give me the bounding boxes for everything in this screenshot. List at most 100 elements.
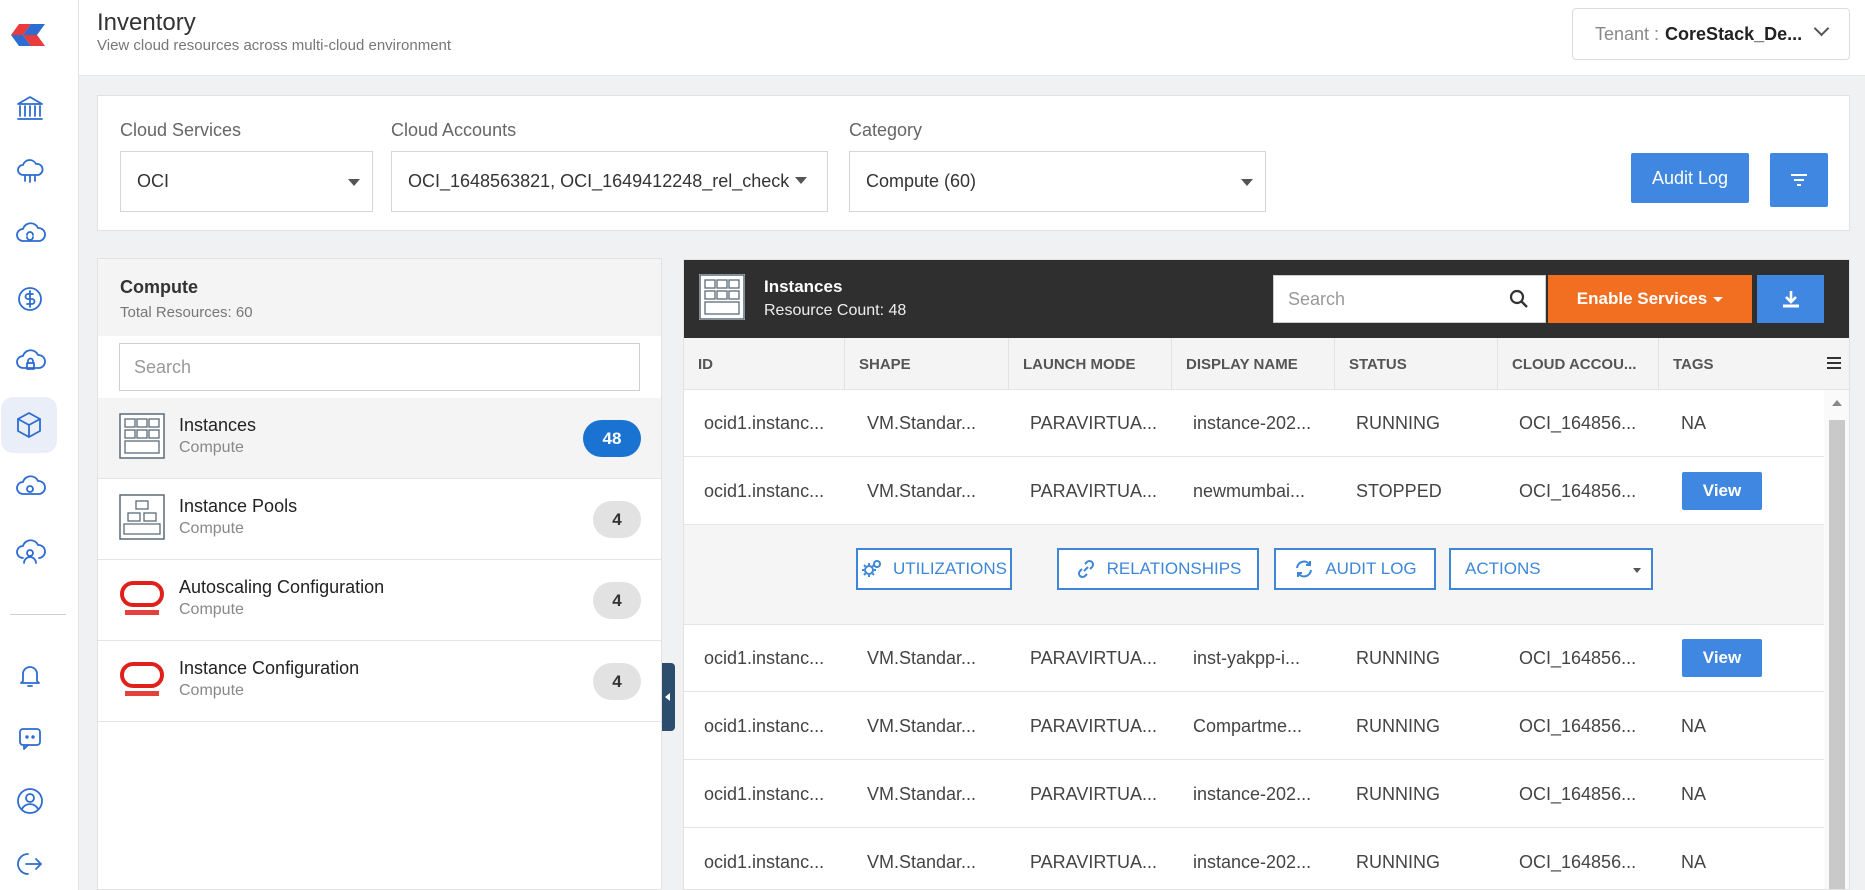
- search-placeholder: Search: [1288, 288, 1346, 309]
- column-header-status[interactable]: STATUS: [1335, 338, 1498, 390]
- table-row[interactable]: ocid1.instanc... VM.Standar... PARAVIRTU…: [684, 761, 1824, 828]
- collapse-panel-handle[interactable]: [662, 663, 675, 731]
- cell-cloud-account: OCI_164856...: [1519, 413, 1637, 433]
- table-row[interactable]: ocid1.instanc... VM.Standar... PARAVIRTU…: [684, 625, 1824, 692]
- category-select[interactable]: Compute (60): [849, 151, 1266, 212]
- resource-item-autoscaling-configuration[interactable]: Autoscaling Configuration Compute 4: [98, 560, 661, 641]
- audit-log-row-label: AUDIT LOG: [1325, 559, 1417, 578]
- table-scrollbar[interactable]: [1824, 390, 1849, 889]
- oracle-logo-icon: [120, 581, 164, 615]
- cell-status: STOPPED: [1356, 481, 1442, 501]
- utilizations-label: UTILIZATIONS: [893, 559, 1007, 578]
- scroll-up-icon[interactable]: [1832, 400, 1842, 406]
- instance-pools-icon: [119, 494, 165, 540]
- download-button[interactable]: [1757, 275, 1824, 323]
- dropdown-caret-icon: [1241, 179, 1253, 186]
- column-header-shape[interactable]: SHAPE: [845, 338, 1009, 390]
- tenant-value: CoreStack_De...: [1665, 23, 1803, 44]
- column-menu-icon[interactable]: [1827, 357, 1841, 369]
- cloud-user-icon[interactable]: [8, 530, 52, 574]
- cell-shape: VM.Standar...: [867, 648, 977, 668]
- cloud-refresh-icon[interactable]: [8, 213, 52, 257]
- instances-icon: [699, 274, 745, 320]
- cell-display-name: inst-yakpp-i...: [1193, 648, 1301, 668]
- cloud-services-select[interactable]: OCI: [120, 151, 373, 212]
- cloud-gear-icon[interactable]: [8, 466, 52, 510]
- resource-item-category: Compute: [179, 439, 244, 456]
- resource-type-header: Compute Total Resources: 60: [98, 259, 661, 336]
- audit-log-button[interactable]: Audit Log: [1631, 153, 1749, 203]
- resource-item-name: Instance Pools: [179, 496, 298, 516]
- audit-log-row-button[interactable]: AUDIT LOG: [1274, 548, 1436, 590]
- logout-icon[interactable]: [8, 842, 52, 886]
- cell-cloud-account: OCI_164856...: [1519, 648, 1637, 668]
- enable-services-label: Enable Services: [1576, 289, 1708, 308]
- category-label: Category: [849, 120, 923, 140]
- cell-cloud-account: OCI_164856...: [1519, 784, 1637, 804]
- tenant-selector[interactable]: Tenant : CoreStack_De...: [1572, 8, 1850, 60]
- cost-icon[interactable]: [8, 277, 52, 321]
- cell-cloud-account: OCI_164856...: [1519, 852, 1637, 872]
- relationships-label: RELATIONSHIPS: [1106, 559, 1242, 578]
- resource-item-instance-configuration[interactable]: Instance Configuration Compute 4: [98, 641, 661, 722]
- cloud-network-icon[interactable]: [8, 149, 52, 193]
- table-row[interactable]: ocid1.instanc... VM.Standar... PARAVIRTU…: [684, 693, 1824, 760]
- cell-status: RUNNING: [1356, 648, 1440, 668]
- profile-icon[interactable]: [8, 779, 52, 823]
- filter-button[interactable]: [1770, 153, 1828, 207]
- cloud-lock-icon[interactable]: [8, 340, 52, 384]
- cell-tags: NA: [1681, 784, 1707, 804]
- view-tags-button[interactable]: View: [1682, 639, 1762, 677]
- cell-shape: VM.Standar...: [867, 413, 977, 433]
- resource-list-header: Instances Resource Count: 48 Search Enab…: [684, 260, 1849, 338]
- panel-subtitle: Total Resources: 60: [120, 304, 253, 321]
- count-badge: 4: [593, 501, 641, 538]
- dropdown-caret-icon: [348, 179, 360, 186]
- table-row[interactable]: ocid1.instanc... VM.Standar... PARAVIRTU…: [684, 458, 1824, 525]
- resource-search-input[interactable]: [119, 343, 640, 391]
- cell-launch-mode: PARAVIRTUA...: [1030, 784, 1158, 804]
- view-tags-button[interactable]: View: [1682, 472, 1762, 510]
- column-header-launch-mode[interactable]: LAUNCH MODE: [1009, 338, 1172, 390]
- column-header-cloud-account[interactable]: CLOUD ACCOU...: [1498, 338, 1659, 390]
- resource-item-name: Autoscaling Configuration: [179, 577, 385, 597]
- cell-id: ocid1.instanc...: [704, 852, 825, 872]
- resource-item-category: Compute: [179, 682, 244, 699]
- instances-icon: [119, 413, 165, 459]
- resource-item-instances[interactable]: Instances Compute 48: [98, 398, 661, 479]
- cell-launch-mode: PARAVIRTUA...: [1030, 481, 1158, 501]
- count-badge: 48: [583, 420, 641, 457]
- actions-dropdown[interactable]: ACTIONS: [1449, 548, 1653, 590]
- resource-list-panel: Instances Resource Count: 48 Search Enab…: [683, 259, 1850, 890]
- table-row[interactable]: ocid1.instanc... VM.Standar... PARAVIRTU…: [684, 829, 1824, 889]
- cell-status: RUNNING: [1356, 784, 1440, 804]
- category-value: Compute (60): [866, 171, 977, 191]
- column-header-id[interactable]: ID: [684, 338, 845, 390]
- cube-icon[interactable]: [1, 397, 57, 453]
- resource-item-name: Instance Configuration: [179, 658, 360, 678]
- cell-display-name: Compartme...: [1193, 716, 1303, 736]
- bank-icon[interactable]: [8, 86, 52, 130]
- resource-list-title: Instances: [764, 277, 843, 296]
- chat-icon[interactable]: [8, 716, 52, 760]
- caret-down-icon: [1713, 296, 1724, 302]
- column-header-display-name[interactable]: DISPLAY NAME: [1172, 338, 1335, 390]
- cell-launch-mode: PARAVIRTUA...: [1030, 413, 1158, 433]
- chevron-down-icon: [1813, 20, 1830, 37]
- cloud-accounts-select[interactable]: OCI_1648563821, OCI_1649412248_rel_check: [391, 151, 828, 212]
- corestack-logo[interactable]: [9, 21, 47, 49]
- cell-status: RUNNING: [1356, 716, 1440, 736]
- page-title: Inventory: [97, 9, 196, 36]
- instance-search-input[interactable]: Search: [1273, 275, 1546, 323]
- column-header-tags[interactable]: TAGS: [1659, 338, 1824, 390]
- scrollbar-thumb[interactable]: [1829, 420, 1845, 889]
- cell-launch-mode: PARAVIRTUA...: [1030, 648, 1158, 668]
- bell-icon[interactable]: [8, 653, 52, 697]
- resource-item-instance-pools[interactable]: Instance Pools Compute 4: [98, 479, 661, 560]
- table-row[interactable]: ocid1.instanc... VM.Standar... PARAVIRTU…: [684, 390, 1824, 457]
- relationships-button[interactable]: RELATIONSHIPS: [1057, 548, 1259, 590]
- utilizations-button[interactable]: UTILIZATIONS: [856, 548, 1012, 590]
- row-actions-panel: UTILIZATIONS RELATIONSHIPS AUDIT LOG ACT…: [684, 525, 1824, 625]
- cell-id: ocid1.instanc...: [704, 481, 825, 501]
- enable-services-button[interactable]: Enable Services: [1548, 275, 1752, 323]
